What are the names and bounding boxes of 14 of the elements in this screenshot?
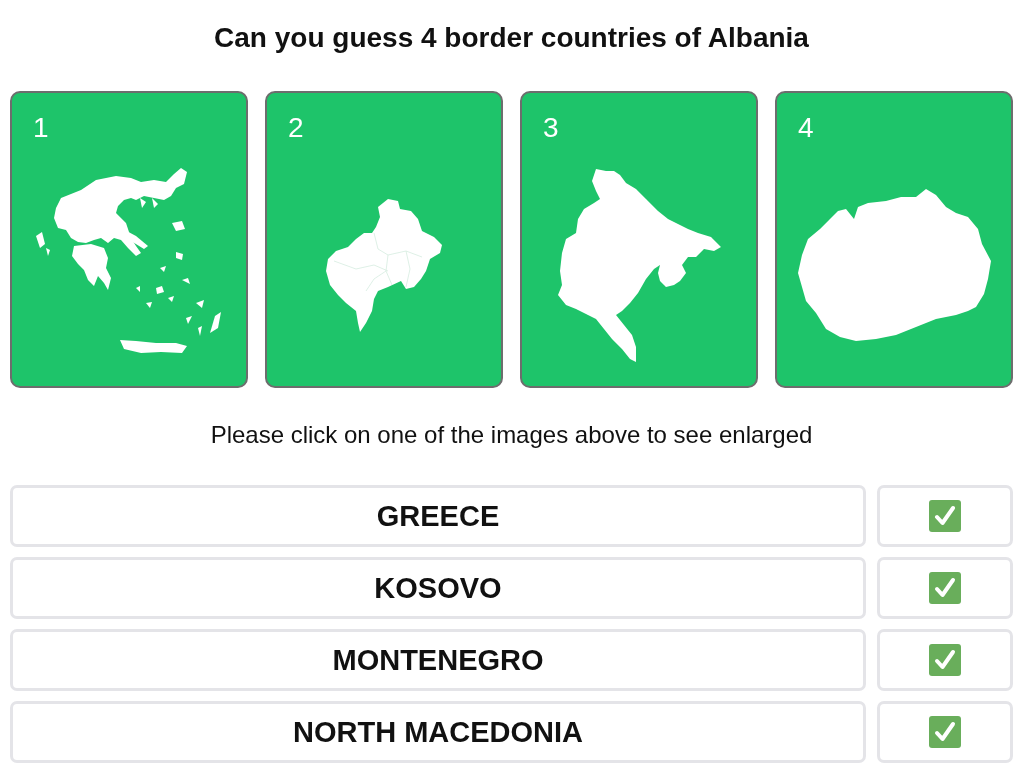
quiz-title: Can you guess 4 border countries of Albania <box>214 21 809 55</box>
card-number: 1 <box>33 111 49 145</box>
map-card[interactable]: 3 <box>520 91 758 388</box>
map-card[interactable]: 2 <box>265 91 503 388</box>
answer-box: NORTH MACEDONIA <box>10 701 866 763</box>
answer-box: GREECE <box>10 485 866 547</box>
card-number: 4 <box>798 111 814 145</box>
card-number: 2 <box>288 111 304 145</box>
card-number: 3 <box>543 111 559 145</box>
map-card[interactable]: 4 <box>775 91 1013 388</box>
answer-box: MONTENEGRO <box>10 629 866 691</box>
answer-box: KOSOVO <box>10 557 866 619</box>
instruction-text: Please click on one of the images above to see enlarged <box>210 420 813 450</box>
map-card[interactable]: 1 <box>10 91 248 388</box>
